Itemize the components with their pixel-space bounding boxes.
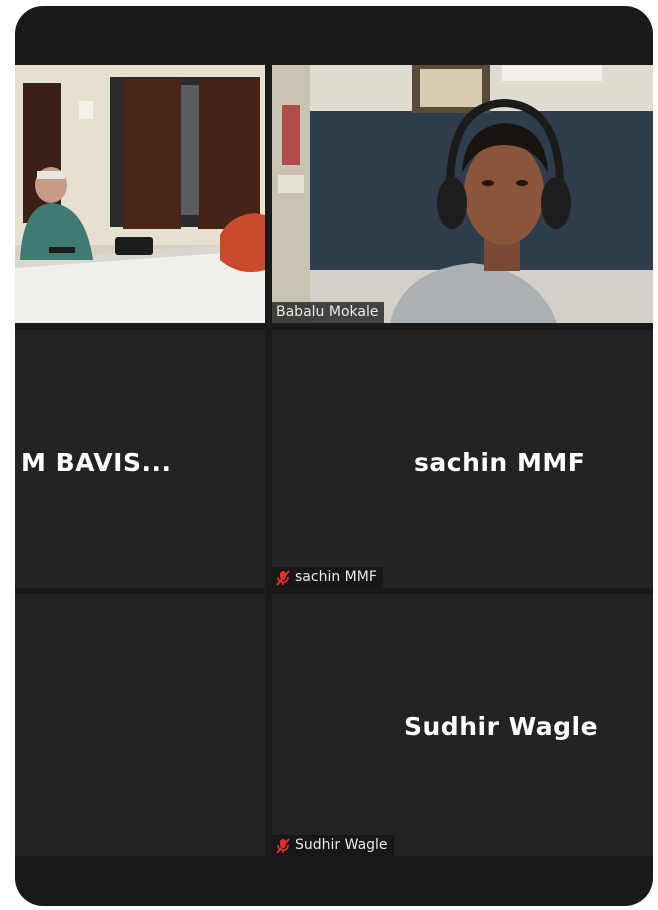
participant-name-tag: Sudhir Wagle <box>272 835 394 856</box>
muted-mic-icon <box>276 837 290 854</box>
participant-display-name: sachin MMF <box>414 448 586 477</box>
video-tile-babalu[interactable]: Babalu Mokale <box>272 65 653 323</box>
room-video-feed <box>15 65 265 323</box>
participant-name-tag: sachin MMF <box>272 567 383 588</box>
babalu-video-feed <box>272 65 653 323</box>
video-call-window: Babalu Mokale M BAVIS... sachin MMF sach… <box>15 6 653 906</box>
muted-mic-icon <box>276 569 290 586</box>
participant-name-label: sachin MMF <box>295 569 377 585</box>
participant-name-label: Babalu Mokale <box>276 304 379 320</box>
participant-name-label: Sudhir Wagle <box>295 837 388 853</box>
video-tile-bavis[interactable]: M BAVIS... <box>15 330 265 588</box>
video-tile-room[interactable] <box>15 65 265 323</box>
participant-display-name: M BAVIS... <box>21 448 172 477</box>
video-tile-sachin[interactable]: sachin MMF sachin MMF <box>272 330 653 588</box>
participant-display-name: Sudhir Wagle <box>404 712 599 741</box>
video-tile-sudhir[interactable]: Sudhir Wagle Sudhir Wagle <box>272 594 653 856</box>
video-tile-empty <box>15 594 265 856</box>
participant-name-tag: Babalu Mokale <box>272 302 385 323</box>
